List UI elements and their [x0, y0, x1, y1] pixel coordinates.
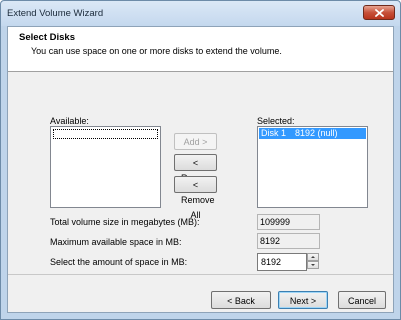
chevron-up-icon	[311, 256, 315, 258]
amount-label: Select the amount of space in MB:	[50, 257, 188, 267]
footer-divider	[8, 274, 393, 275]
wizard-window: Extend Volume Wizard Select Disks You ca…	[0, 0, 401, 320]
page-subtitle: You can use space on one or more disks t…	[31, 46, 282, 56]
remove-button[interactable]: < Remove	[174, 154, 217, 183]
back-button[interactable]: < Back	[211, 291, 271, 309]
total-size-value: 109999	[257, 214, 320, 230]
window-title: Extend Volume Wizard	[7, 8, 104, 19]
next-button[interactable]: Next >	[278, 291, 328, 309]
wizard-header: Select Disks You can use space on one or…	[8, 27, 393, 72]
selected-label: Selected:	[257, 116, 295, 126]
cancel-button[interactable]: Cancel	[338, 291, 386, 309]
selected-listbox[interactable]: Disk 1 8192 (null)	[257, 126, 368, 208]
list-item[interactable]: Disk 1 8192 (null)	[259, 128, 366, 139]
available-label: Available:	[50, 116, 89, 126]
amount-input[interactable]: 8192	[257, 253, 307, 271]
chevron-down-icon	[311, 264, 315, 266]
title-bar[interactable]: Extend Volume Wizard	[1, 1, 400, 26]
spin-up-button[interactable]	[307, 253, 319, 261]
add-button[interactable]: Add >	[174, 133, 217, 150]
disk-size: 8192 (null)	[295, 128, 338, 138]
focus-rectangle	[53, 129, 158, 139]
available-listbox[interactable]	[50, 126, 161, 208]
spin-down-button[interactable]	[307, 261, 319, 269]
disk-name: Disk 1	[261, 128, 287, 138]
max-space-label: Maximum available space in MB:	[50, 237, 182, 247]
close-button[interactable]	[363, 5, 395, 20]
page-title: Select Disks	[19, 32, 75, 43]
wizard-body: Select Disks You can use space on one or…	[7, 26, 394, 313]
max-space-value: 8192	[257, 233, 320, 249]
total-size-label: Total volume size in megabytes (MB):	[50, 217, 200, 227]
close-icon	[375, 9, 384, 17]
remove-all-button[interactable]: < Remove All	[174, 176, 217, 220]
